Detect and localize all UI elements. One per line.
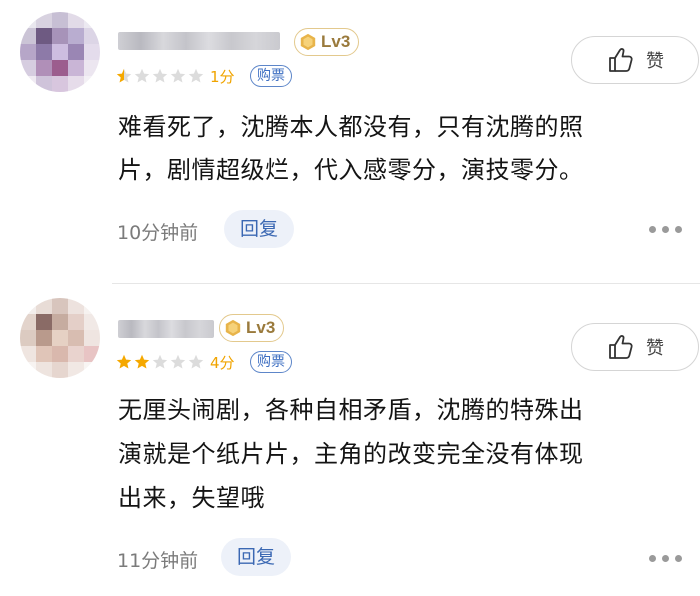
- comment-line: 无厘头闹剧，各种自相矛盾，沈腾的特殊出: [118, 396, 584, 424]
- star-icon: [116, 354, 132, 369]
- like-label: 赞: [646, 338, 664, 359]
- avatar[interactable]: [20, 298, 100, 378]
- comment-line: 难看死了，沈腾本人都没有，只有沈腾的照: [118, 113, 584, 141]
- star-icon: [134, 354, 150, 369]
- like-button[interactable]: 赞: [571, 323, 699, 371]
- comment-line: 出来，失望哦: [118, 484, 265, 512]
- thumbs-up-icon: [609, 48, 633, 72]
- level-text: Lv3: [246, 318, 276, 337]
- comment-line: 演就是个纸片片，主角的改变完全没有体现: [118, 440, 584, 468]
- hexagon-badge-icon: [225, 319, 241, 337]
- rating-score: 4分: [210, 354, 235, 372]
- hexagon-badge-icon: [300, 33, 316, 51]
- star-icon: [134, 68, 150, 83]
- username-blurred[interactable]: [118, 32, 280, 50]
- star-icon: [188, 68, 204, 83]
- comment-item: Lv3 4分 购票 赞 无厘头闹剧，各种自相矛盾，沈腾的特殊出 演就是个纸片片，…: [0, 284, 700, 596]
- timestamp: 10分钟前: [117, 222, 199, 244]
- level-text: Lv3: [321, 32, 351, 51]
- star-icon: [152, 354, 168, 369]
- star-icon: [152, 68, 168, 83]
- thumbs-up-icon: [609, 335, 633, 359]
- star-icon: [170, 68, 186, 83]
- star-icon: [188, 354, 204, 369]
- comment-line: 片，剧情超级烂，代入感零分，演技零分。: [118, 156, 584, 184]
- rating-score: 1分: [210, 68, 235, 86]
- level-badge: Lv3: [294, 28, 360, 56]
- more-dots-icon[interactable]: [649, 555, 682, 562]
- reply-button[interactable]: 回复: [221, 538, 292, 576]
- rating-stars: [116, 68, 204, 84]
- star-icon: [116, 68, 132, 83]
- more-dots-icon[interactable]: [649, 226, 682, 233]
- ticket-badge: 购票: [250, 351, 292, 373]
- avatar[interactable]: [20, 12, 100, 92]
- reply-button[interactable]: 回复: [224, 210, 295, 248]
- timestamp: 11分钟前: [117, 550, 199, 572]
- ticket-badge: 购票: [250, 65, 292, 87]
- comment-item: Lv3 1分 购票 赞 难看死了，沈腾本人都没有，只有沈腾的照 片，剧情超级烂，…: [0, 0, 700, 283]
- rating-stars: [116, 354, 204, 370]
- like-label: 赞: [646, 51, 664, 72]
- level-badge: Lv3: [219, 314, 285, 342]
- like-button[interactable]: 赞: [571, 36, 699, 84]
- username-blurred[interactable]: [118, 320, 214, 338]
- star-icon: [170, 354, 186, 369]
